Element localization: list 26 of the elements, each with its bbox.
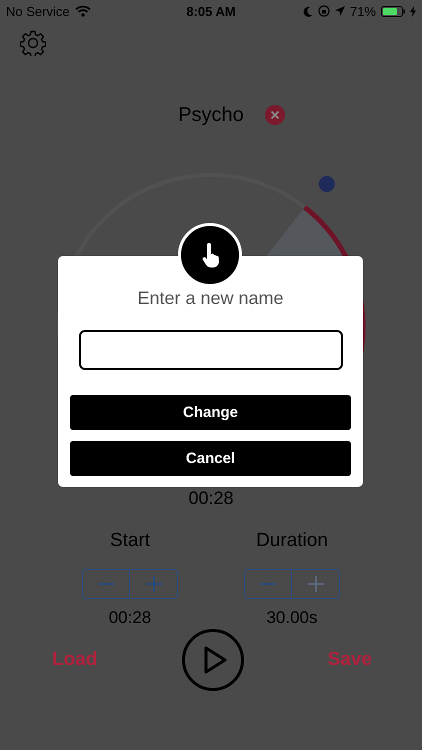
plus-icon xyxy=(306,575,324,593)
name-field[interactable] xyxy=(79,330,343,370)
lock-icon xyxy=(318,5,330,17)
location-arrow-icon xyxy=(334,6,345,16)
position-time: 00:28 xyxy=(187,488,235,508)
close-icon[interactable] xyxy=(264,105,285,125)
clock-text: 8:05 AM xyxy=(186,4,236,18)
settings-icon[interactable] xyxy=(20,30,46,56)
minus-icon xyxy=(259,583,277,585)
wifi-icon xyxy=(74,5,91,17)
carrier-text: No Service xyxy=(6,4,70,18)
charging-bolt-icon xyxy=(410,6,416,16)
minus-icon xyxy=(97,583,115,585)
dialog-button[interactable]: Change xyxy=(70,395,351,430)
battery-percent: 71% xyxy=(350,4,376,18)
plus-icon xyxy=(144,575,162,593)
play-button[interactable] xyxy=(182,629,244,691)
control-value: 00:28 xyxy=(108,607,152,629)
dialog-button[interactable]: Cancel xyxy=(70,441,351,476)
control-value: 30.00s xyxy=(266,607,318,629)
control-label: Start xyxy=(110,530,150,552)
track-title: Psycho xyxy=(178,104,244,126)
battery-icon xyxy=(381,6,405,16)
control-label: Duration xyxy=(256,530,328,552)
moon-icon xyxy=(302,6,313,16)
dialog-title: Enter a new name xyxy=(136,287,285,309)
